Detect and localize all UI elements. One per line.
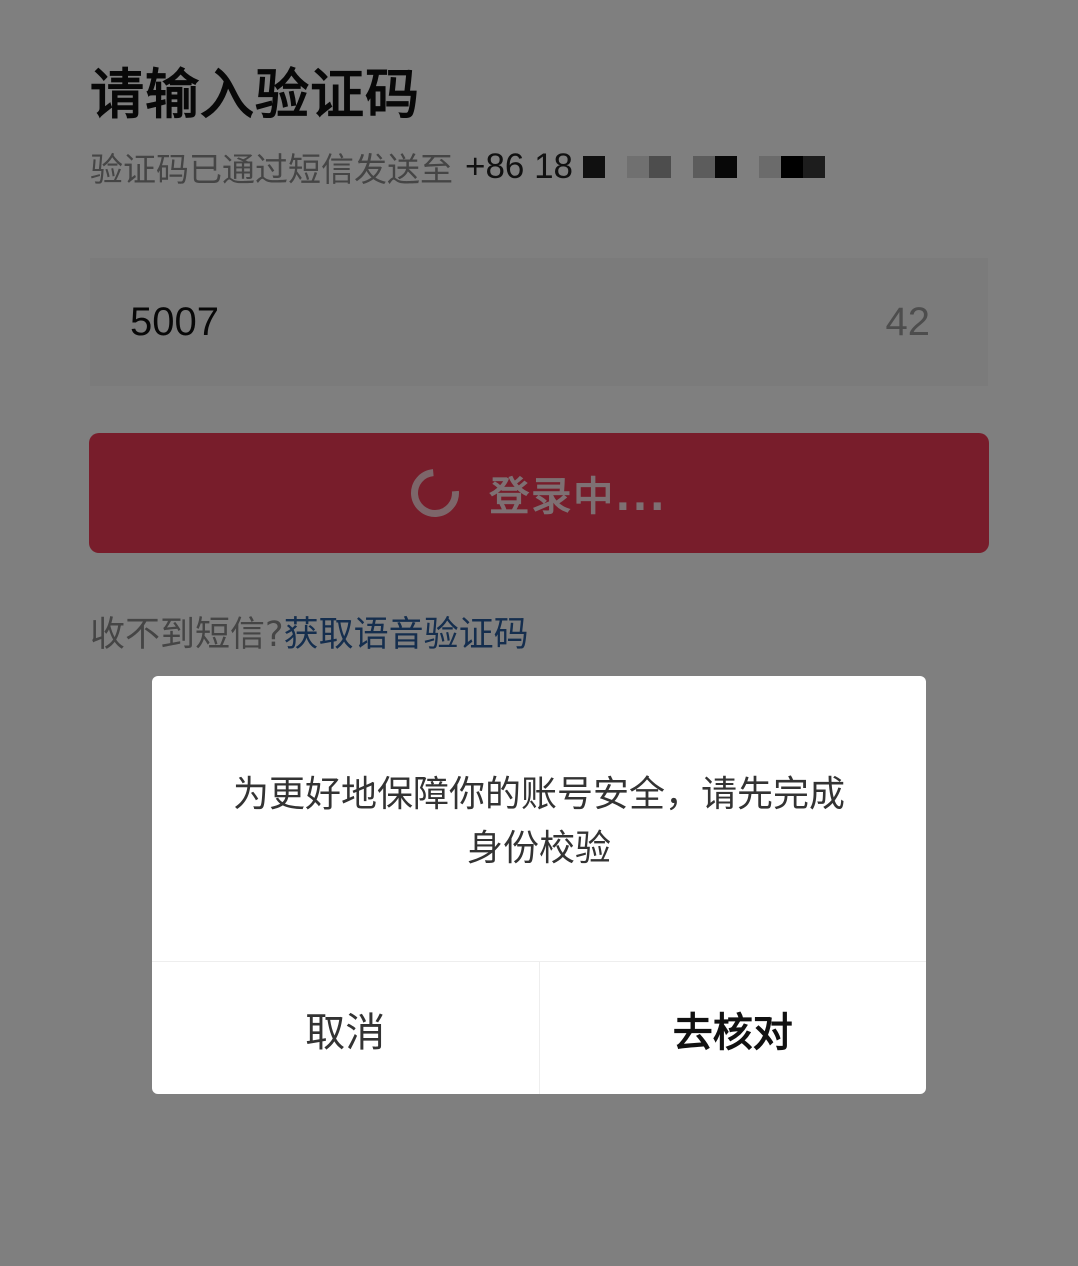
dialog-message: 为更好地保障你的账号安全，请先完成身份校验 <box>232 774 845 869</box>
verify-button[interactable]: 去核对 <box>540 962 927 1094</box>
security-verification-dialog: 为更好地保障你的账号安全，请先完成身份校验 取消 去核对 <box>152 676 926 1094</box>
dialog-actions: 取消 去核对 <box>152 961 926 1094</box>
cancel-button[interactable]: 取消 <box>152 962 540 1094</box>
